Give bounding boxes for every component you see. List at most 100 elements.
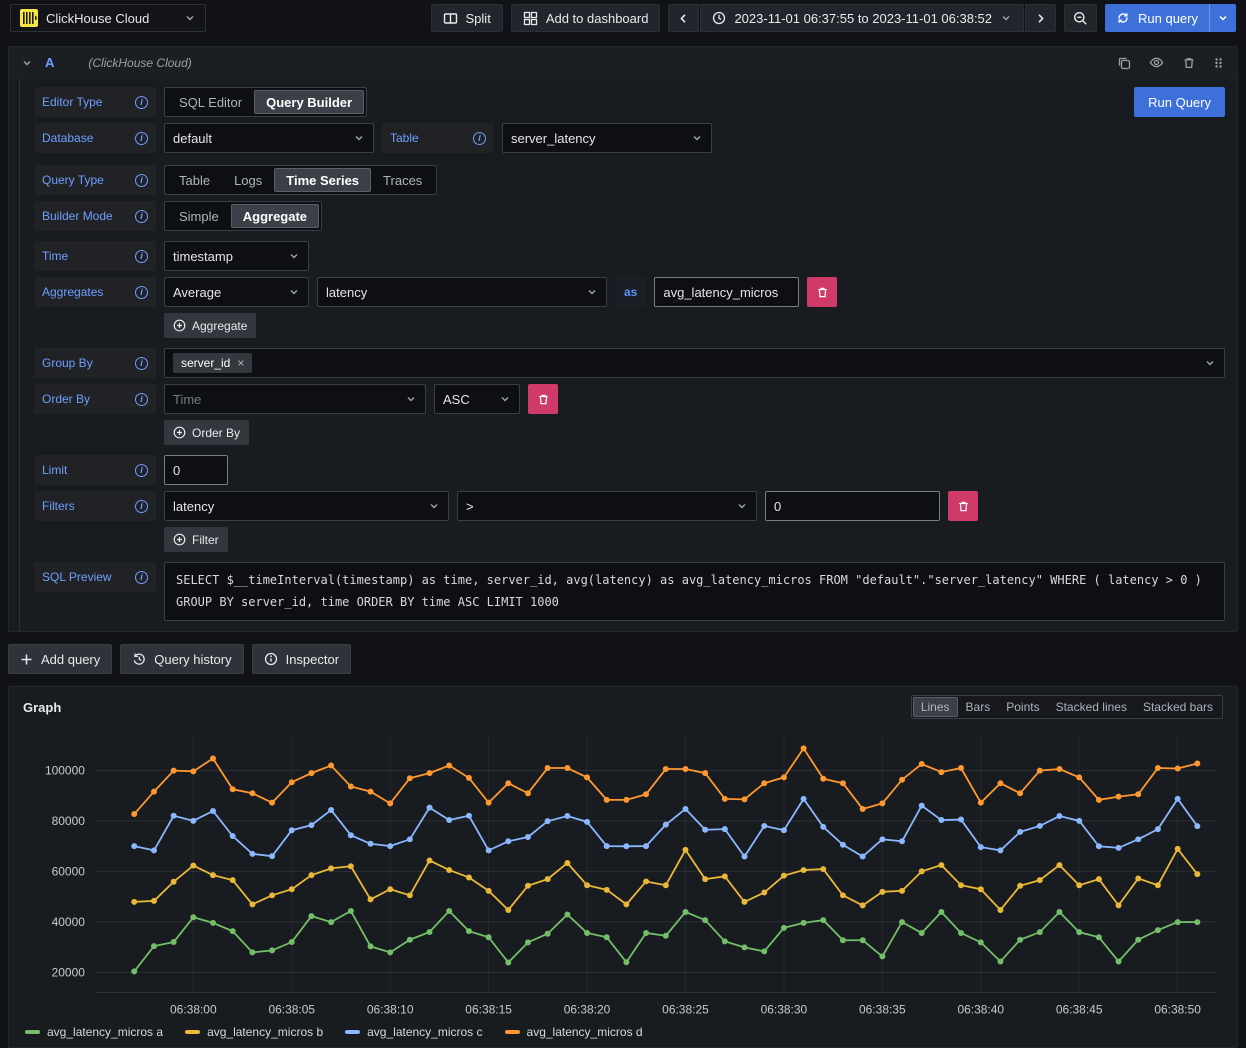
data-point[interactable] bbox=[781, 775, 787, 781]
data-point[interactable] bbox=[328, 919, 334, 925]
data-point[interactable] bbox=[722, 796, 728, 802]
data-point[interactable] bbox=[387, 801, 393, 807]
data-point[interactable] bbox=[919, 803, 925, 809]
data-point[interactable] bbox=[446, 763, 452, 769]
data-point[interactable] bbox=[840, 893, 846, 899]
data-point[interactable] bbox=[328, 763, 334, 769]
data-point[interactable] bbox=[348, 784, 354, 790]
data-point[interactable] bbox=[230, 786, 236, 792]
data-point[interactable] bbox=[997, 848, 1003, 854]
data-point[interactable] bbox=[545, 931, 551, 937]
data-point[interactable] bbox=[387, 886, 393, 892]
filter-value-input[interactable] bbox=[765, 491, 940, 521]
data-point[interactable] bbox=[1017, 937, 1023, 943]
data-point[interactable] bbox=[269, 853, 275, 859]
run-query-button[interactable]: Run query bbox=[1105, 4, 1209, 32]
data-point[interactable] bbox=[1037, 768, 1043, 774]
data-point[interactable] bbox=[230, 928, 236, 934]
data-point[interactable] bbox=[584, 882, 590, 888]
data-point[interactable] bbox=[328, 807, 334, 813]
data-point[interactable] bbox=[663, 882, 669, 888]
data-point[interactable] bbox=[820, 866, 826, 872]
data-point[interactable] bbox=[486, 848, 492, 854]
data-point[interactable] bbox=[190, 914, 196, 920]
data-point[interactable] bbox=[348, 832, 354, 838]
add-to-dashboard-button[interactable]: Add to dashboard bbox=[511, 4, 661, 32]
data-point[interactable] bbox=[564, 765, 570, 771]
data-point[interactable] bbox=[1175, 766, 1181, 772]
remove-order-by-button[interactable] bbox=[528, 384, 558, 414]
data-point[interactable] bbox=[997, 959, 1003, 965]
option-aggregate[interactable]: Aggregate bbox=[231, 204, 319, 228]
option-logs[interactable]: Logs bbox=[222, 168, 274, 192]
data-point[interactable] bbox=[1096, 934, 1102, 940]
data-point[interactable] bbox=[1096, 876, 1102, 882]
option-sql-editor[interactable]: SQL Editor bbox=[167, 90, 254, 114]
data-point[interactable] bbox=[623, 959, 629, 965]
data-point[interactable] bbox=[741, 899, 747, 905]
data-point[interactable] bbox=[781, 925, 787, 931]
duplicate-query-button[interactable] bbox=[1115, 54, 1133, 72]
data-point[interactable] bbox=[486, 888, 492, 894]
data-point[interactable] bbox=[151, 943, 157, 949]
delete-query-button[interactable] bbox=[1180, 54, 1198, 72]
data-point[interactable] bbox=[505, 780, 511, 786]
data-point[interactable] bbox=[486, 934, 492, 940]
data-point[interactable] bbox=[938, 909, 944, 915]
data-point[interactable] bbox=[899, 838, 905, 844]
data-point[interactable] bbox=[210, 756, 216, 762]
data-point[interactable] bbox=[1194, 761, 1200, 767]
option-stacked-lines[interactable]: Stacked lines bbox=[1048, 697, 1135, 717]
data-point[interactable] bbox=[1076, 775, 1082, 781]
data-point[interactable] bbox=[131, 843, 137, 849]
data-point[interactable] bbox=[958, 765, 964, 771]
data-point[interactable] bbox=[446, 817, 452, 823]
inspector-button[interactable]: Inspector bbox=[252, 644, 351, 674]
collapse-chevron-icon[interactable] bbox=[21, 57, 33, 69]
data-point[interactable] bbox=[1155, 826, 1161, 832]
data-point[interactable] bbox=[269, 800, 275, 806]
data-point[interactable] bbox=[210, 808, 216, 814]
data-point[interactable] bbox=[958, 817, 964, 823]
data-point[interactable] bbox=[1096, 797, 1102, 803]
data-point[interactable] bbox=[663, 933, 669, 939]
latency-chart[interactable]: 2000040000600008000010000006:38:0006:38:… bbox=[17, 727, 1229, 1023]
data-point[interactable] bbox=[1194, 823, 1200, 829]
data-point[interactable] bbox=[249, 902, 255, 908]
data-point[interactable] bbox=[702, 876, 708, 882]
option-query-builder[interactable]: Query Builder bbox=[254, 90, 364, 114]
data-point[interactable] bbox=[978, 800, 984, 806]
data-point[interactable] bbox=[781, 827, 787, 833]
data-point[interactable] bbox=[289, 779, 295, 785]
data-point[interactable] bbox=[1155, 927, 1161, 933]
option-time-series[interactable]: Time Series bbox=[274, 168, 371, 192]
data-point[interactable] bbox=[860, 806, 866, 812]
data-point[interactable] bbox=[682, 806, 688, 812]
data-point[interactable] bbox=[427, 858, 433, 864]
aggregate-column-select[interactable]: latency bbox=[317, 277, 607, 307]
database-select[interactable]: default bbox=[164, 123, 374, 153]
option-traces[interactable]: Traces bbox=[371, 168, 434, 192]
data-point[interactable] bbox=[741, 797, 747, 803]
data-point[interactable] bbox=[545, 765, 551, 771]
data-point[interactable] bbox=[446, 867, 452, 873]
query-ref-id[interactable]: A bbox=[45, 55, 54, 70]
datasource-picker[interactable]: ClickHouse Cloud bbox=[10, 4, 206, 32]
data-point[interactable] bbox=[407, 837, 413, 843]
data-point[interactable] bbox=[820, 776, 826, 782]
data-point[interactable] bbox=[604, 887, 610, 893]
data-point[interactable] bbox=[545, 876, 551, 882]
data-point[interactable] bbox=[1194, 871, 1200, 877]
option-bars[interactable]: Bars bbox=[958, 697, 999, 717]
data-point[interactable] bbox=[407, 937, 413, 943]
data-point[interactable] bbox=[171, 879, 177, 885]
data-point[interactable] bbox=[840, 842, 846, 848]
data-point[interactable] bbox=[997, 907, 1003, 913]
data-point[interactable] bbox=[190, 863, 196, 869]
data-point[interactable] bbox=[682, 766, 688, 772]
data-point[interactable] bbox=[722, 874, 728, 880]
data-point[interactable] bbox=[643, 930, 649, 936]
data-point[interactable] bbox=[564, 813, 570, 819]
data-point[interactable] bbox=[308, 872, 314, 878]
data-point[interactable] bbox=[1155, 882, 1161, 888]
